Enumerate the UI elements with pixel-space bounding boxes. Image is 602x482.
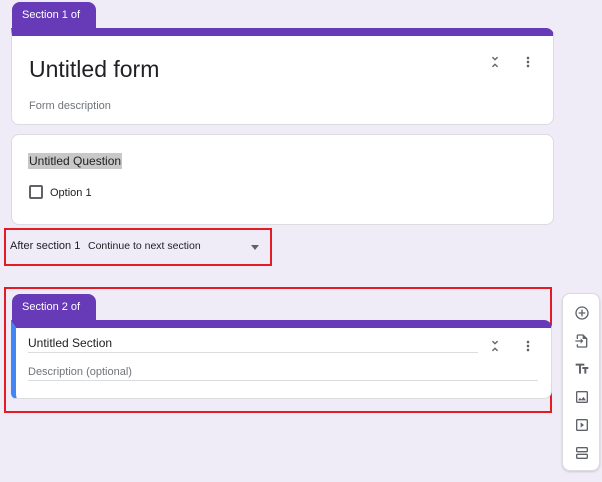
add-section-icon (576, 447, 588, 459)
after-section-label: After section 1 (10, 240, 81, 252)
section-title-input[interactable]: Untitled Section (28, 336, 478, 353)
question-title[interactable]: Untitled Question (28, 153, 123, 169)
import-questions-icon (575, 334, 588, 348)
collapse-icon (491, 56, 499, 68)
collapse-section-button[interactable] (485, 336, 505, 356)
add-question-icon (575, 306, 589, 320)
add-image-button[interactable] (572, 387, 592, 407)
section-2-card[interactable]: Untitled Section Description (optional) (11, 320, 552, 399)
import-questions-button[interactable] (572, 331, 592, 351)
collapse-section-button[interactable] (485, 52, 505, 72)
more-vert-icon (526, 56, 530, 68)
add-section-button[interactable] (572, 443, 592, 463)
dropdown-arrow-icon[interactable] (251, 245, 259, 250)
add-title-icon (575, 363, 589, 374)
add-title-button[interactable] (572, 359, 592, 379)
section-more-options-button[interactable] (518, 336, 538, 356)
add-image-icon (576, 391, 588, 403)
form-title[interactable]: Untitled form (29, 56, 159, 83)
add-question-button[interactable] (572, 303, 592, 323)
option-label[interactable]: Option 1 (50, 187, 92, 199)
section-more-options-button[interactable] (518, 52, 538, 72)
floating-toolbar (562, 293, 600, 471)
add-video-button[interactable] (572, 415, 592, 435)
form-description-field[interactable]: Form description (29, 100, 111, 112)
option-checkbox[interactable] (29, 185, 43, 199)
add-video-icon (576, 419, 588, 431)
question-card[interactable]: Untitled Question Option 1 (11, 134, 554, 225)
form-header-card[interactable]: Untitled form Form description (11, 28, 554, 125)
collapse-icon (491, 340, 499, 352)
section-description-input[interactable]: Description (optional) (28, 366, 538, 381)
after-section-dropdown[interactable]: Continue to next section (88, 240, 201, 252)
more-vert-icon (526, 340, 530, 352)
